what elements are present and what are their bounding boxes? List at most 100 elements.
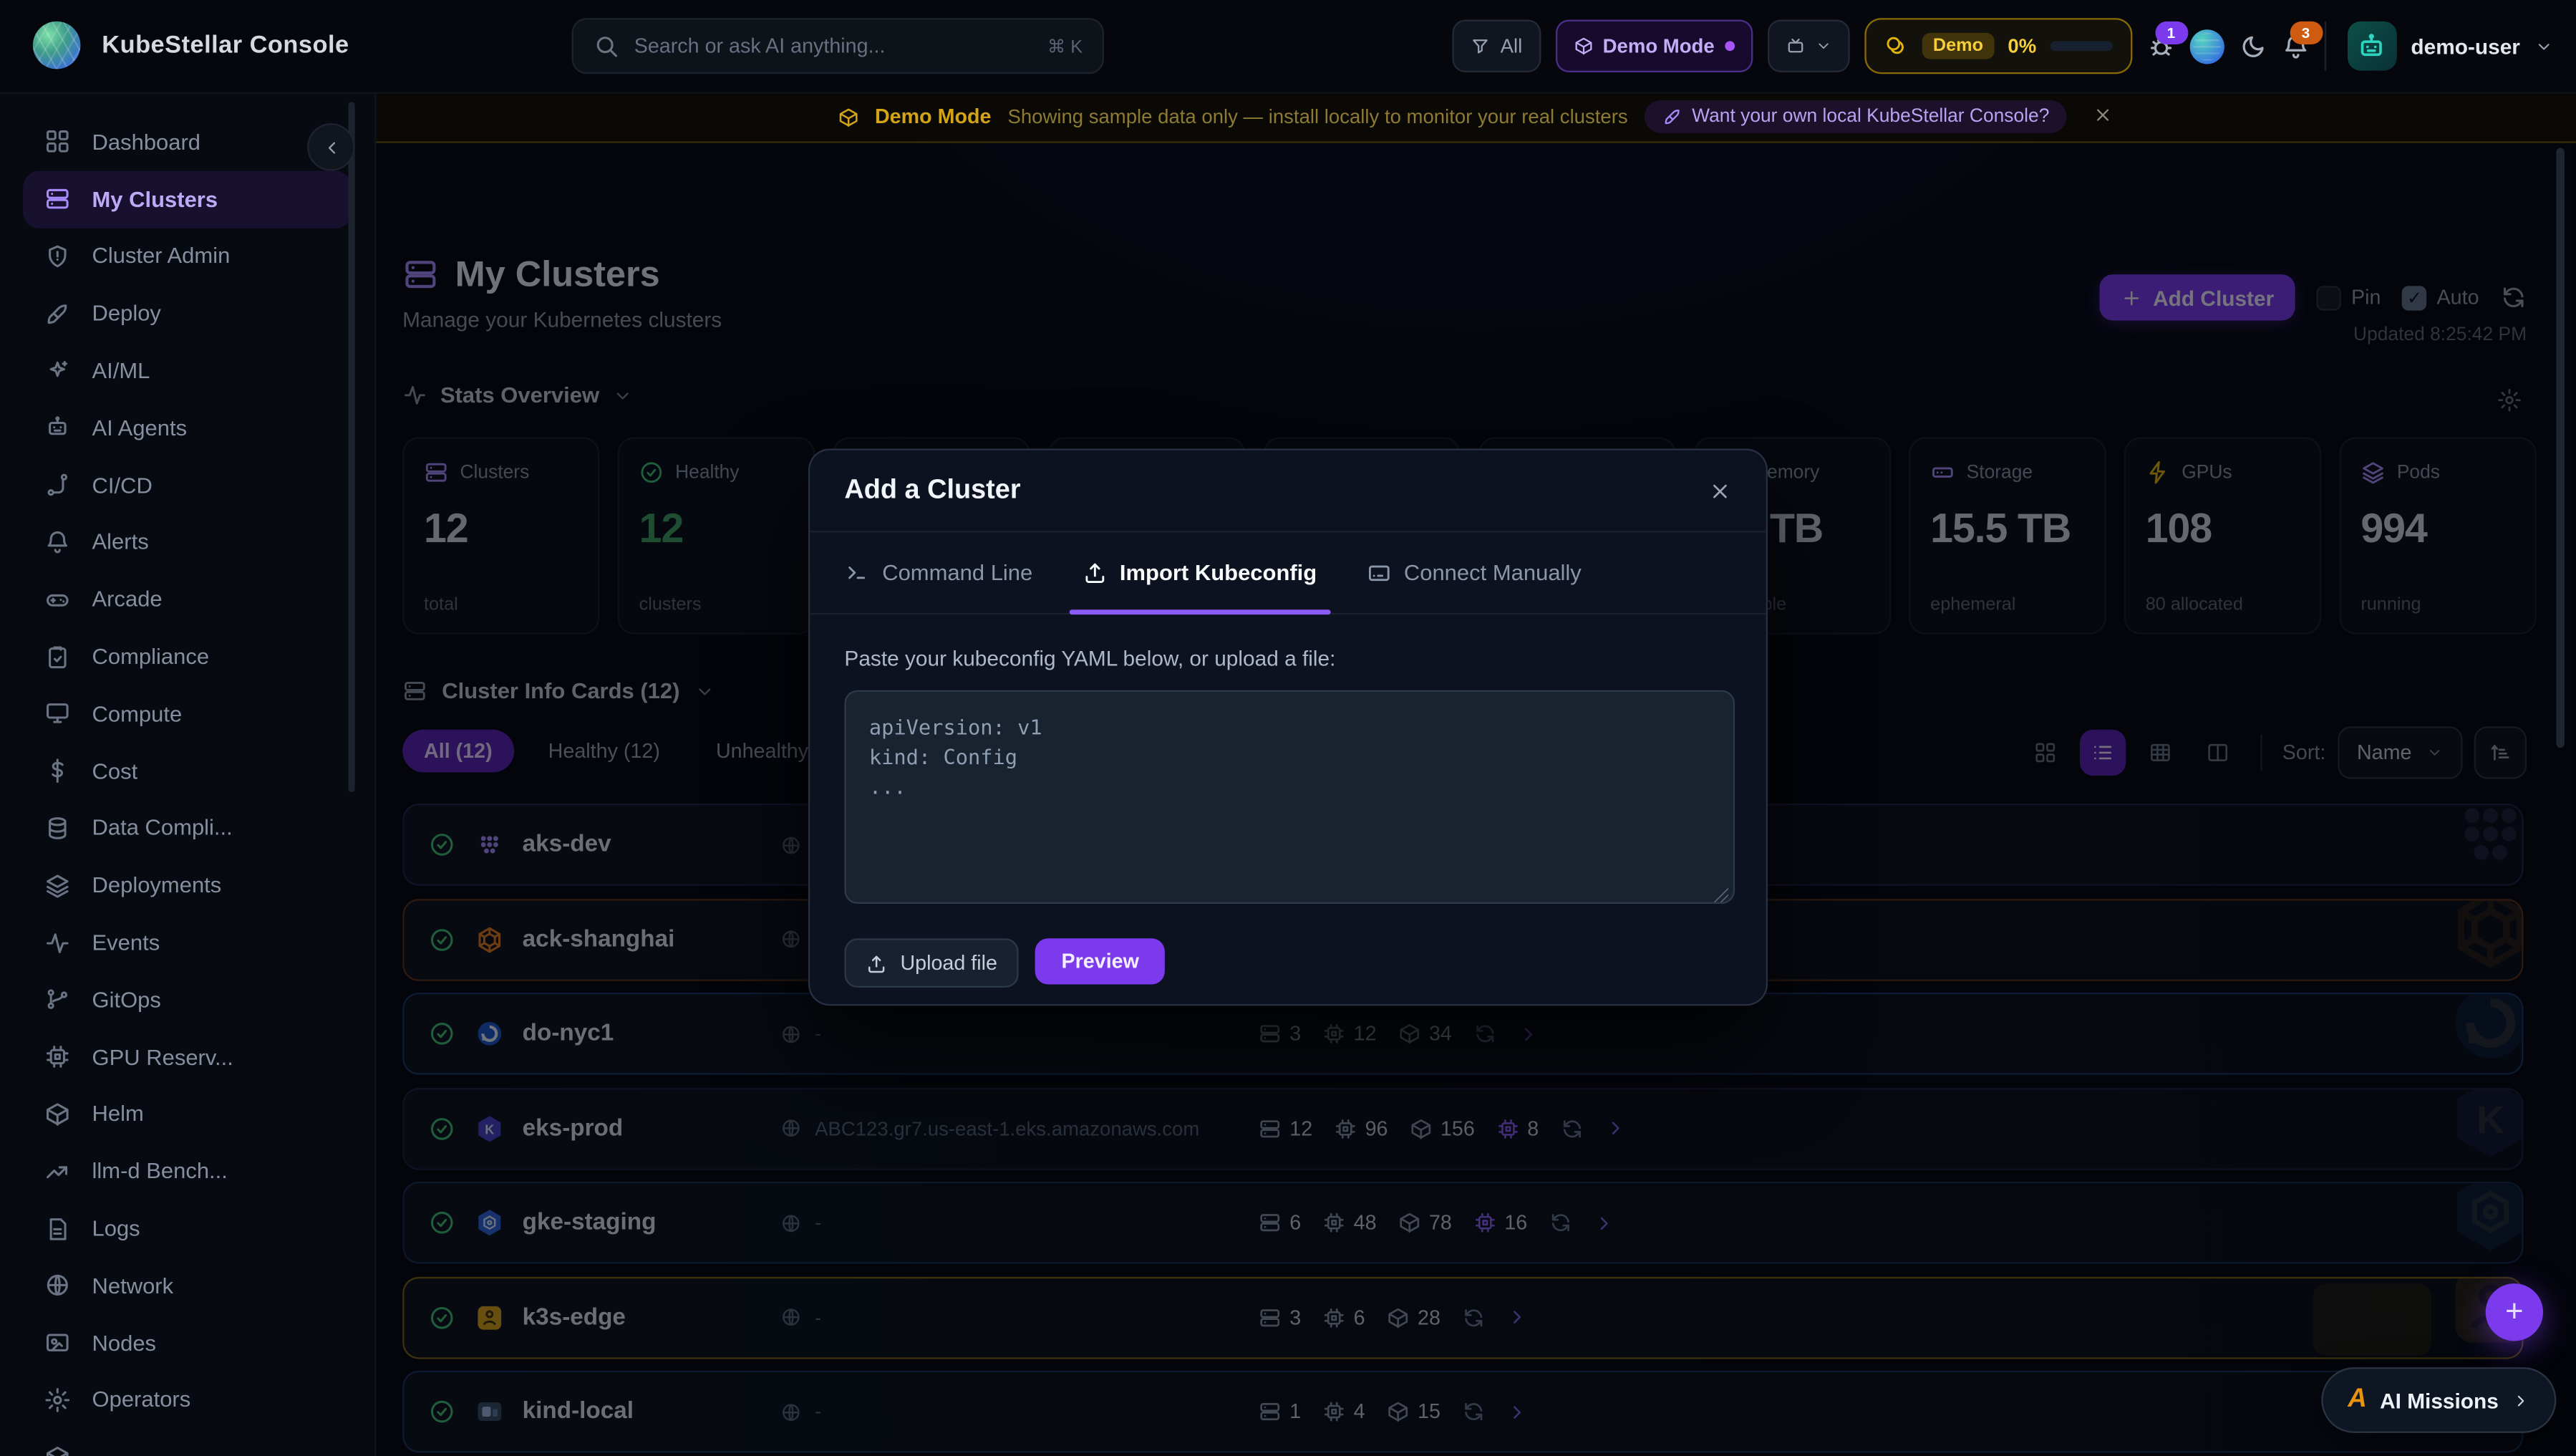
- preview-button[interactable]: Preview: [1035, 938, 1166, 984]
- sidebar-item-network[interactable]: Network: [23, 1257, 352, 1314]
- card-icon: [1366, 560, 1390, 584]
- banner-cta-button[interactable]: Want your own local KubeStellar Console?: [1645, 100, 2068, 133]
- tab-label: Command Line: [882, 560, 1032, 584]
- sidebar-item-nodes[interactable]: Nodes: [23, 1314, 352, 1371]
- funnel-icon: [1471, 36, 1491, 56]
- modal-title: Add a Cluster: [844, 475, 1020, 506]
- page-scrollbar[interactable]: [2556, 148, 2564, 748]
- close-icon: [2093, 105, 2113, 125]
- add-floating-button[interactable]: +: [2486, 1283, 2543, 1341]
- server-icon: [44, 186, 71, 213]
- sidebar-item-operators[interactable]: Operators: [23, 1371, 352, 1429]
- sidebar-item-label: Compute: [92, 701, 182, 725]
- tab-command-line[interactable]: Command Line: [844, 532, 1032, 612]
- sidebar-item-cluster-admin[interactable]: Cluster Admin: [23, 228, 352, 285]
- search-input[interactable]: Search or ask AI anything... ⌘ K: [572, 18, 1104, 74]
- usage-progressbar: [2050, 41, 2112, 51]
- app-title: KubeStellar Console: [102, 32, 349, 59]
- sidebar-item-helm[interactable]: Helm: [23, 1086, 352, 1143]
- sidebar-item-gitops[interactable]: GitOps: [23, 971, 352, 1028]
- upload-file-label: Upload file: [900, 952, 997, 975]
- banner-cta-label: Want your own local KubeStellar Console?: [1692, 107, 2049, 127]
- usage-percent: 0%: [2008, 34, 2036, 57]
- sidebar-item-label: Data Compli...: [92, 816, 232, 840]
- sidebar-item-gpu-reserv-[interactable]: GPU Reserv...: [23, 1028, 352, 1086]
- textarea-resize-handle[interactable]: [1713, 887, 1728, 902]
- sidebar-item-alerts[interactable]: Alerts: [23, 514, 352, 571]
- search-shortcut: ⌘ K: [1047, 35, 1083, 57]
- tab-connect-manually[interactable]: Connect Manually: [1366, 532, 1582, 612]
- sidebar-item-label: Helm: [92, 1101, 143, 1126]
- sidebar-item-label: Deployments: [92, 873, 221, 897]
- sparkle-globe-icon: [2189, 29, 2224, 63]
- whats-new-button[interactable]: [2189, 29, 2224, 63]
- activity-icon: [44, 930, 71, 956]
- upload-icon: [1082, 560, 1106, 584]
- brand: KubeStellar Console: [33, 21, 349, 69]
- notification-count-badge: 3: [2290, 21, 2323, 44]
- demo-banner: Demo Mode Showing sample data only — ins…: [374, 92, 2576, 143]
- sidebar-item-dashboard[interactable]: Dashboard: [23, 113, 352, 170]
- image-icon: [44, 1330, 71, 1356]
- package-icon: [1573, 36, 1593, 56]
- ai-missions-label: AI Missions: [2380, 1388, 2499, 1412]
- sidebar-item-deploy[interactable]: Deploy: [23, 285, 352, 342]
- sidebar-item-compliance[interactable]: Compliance: [23, 628, 352, 685]
- sidebar-item-my-clusters[interactable]: My Clusters: [23, 170, 352, 228]
- sidebar-item-cost[interactable]: Cost: [23, 743, 352, 800]
- bug-report-button[interactable]: 1: [2146, 32, 2174, 60]
- demo-usage-meter[interactable]: Demo 0%: [1864, 18, 2132, 74]
- sidebar-item-label: Alerts: [92, 530, 148, 554]
- sidebar-item-ai-agents[interactable]: AI Agents: [23, 400, 352, 457]
- moon-icon: [2238, 32, 2266, 60]
- filter-all-button[interactable]: All: [1453, 20, 1540, 72]
- chip-icon: [44, 1043, 71, 1070]
- ai-missions-button[interactable]: A AI Missions: [2321, 1367, 2556, 1433]
- sidebar-item-ci-cd[interactable]: CI/CD: [23, 456, 352, 514]
- sidebar-item-logs[interactable]: Logs: [23, 1200, 352, 1257]
- ai-missions-logo: A: [2348, 1385, 2367, 1414]
- banner-close-button[interactable]: [2093, 105, 2113, 129]
- topbar: KubeStellar Console Search or ask AI any…: [0, 0, 2576, 94]
- robot-avatar-icon: [2356, 30, 2388, 62]
- notifications-button[interactable]: 3: [2281, 32, 2309, 60]
- monitor-icon: [44, 700, 71, 727]
- banner-title: Demo Mode: [875, 105, 992, 128]
- chevron-down-icon: [1815, 38, 1831, 54]
- chevron-right-icon: [2512, 1391, 2529, 1409]
- sidebar-item-partial[interactable]: [23, 1429, 352, 1456]
- preview-label: Preview: [1061, 950, 1138, 973]
- theme-toggle-button[interactable]: [2238, 32, 2266, 60]
- tab-import-kubeconfig[interactable]: Import Kubeconfig: [1082, 532, 1317, 612]
- banner-message: Showing sample data only — install local…: [1007, 105, 1627, 128]
- sidebar-item-label: Compliance: [92, 645, 209, 669]
- sidebar-item-label: Operators: [92, 1388, 190, 1412]
- kubeconfig-textarea[interactable]: [844, 690, 1735, 904]
- route-icon: [44, 472, 71, 498]
- sidebar-item-llm-d-bench-[interactable]: llm-d Bench...: [23, 1143, 352, 1200]
- sidebar-item-label: Cost: [92, 758, 137, 783]
- sidebar-scrollbar[interactable]: [348, 102, 354, 792]
- sidebar-collapse-button[interactable]: [307, 123, 355, 171]
- sidebar-item-ai-ml[interactable]: AI/ML: [23, 342, 352, 400]
- sidebar-item-label: My Clusters: [92, 187, 218, 211]
- screen-icon: [1785, 36, 1805, 56]
- upload-file-button[interactable]: Upload file: [844, 938, 1018, 988]
- layers-icon: [44, 872, 71, 899]
- user-menu[interactable]: demo-user: [2324, 21, 2553, 71]
- grid4-icon: [44, 129, 71, 155]
- kubestellar-logo: [33, 21, 81, 69]
- demo-mode-button[interactable]: Demo Mode: [1555, 20, 1752, 72]
- kubestellar-console: KubeStellar Console Search or ask AI any…: [0, 0, 2576, 1456]
- sidebar-item-arcade[interactable]: Arcade: [23, 571, 352, 628]
- modal-close-button[interactable]: [1708, 479, 1731, 502]
- package-icon: [44, 1101, 71, 1127]
- sidebar-item-data-compli-[interactable]: Data Compli...: [23, 799, 352, 857]
- sidebar-item-deployments[interactable]: Deployments: [23, 857, 352, 914]
- sidebar-item-compute[interactable]: Compute: [23, 685, 352, 743]
- branch-icon: [44, 987, 71, 1013]
- gear-icon: [44, 1387, 71, 1413]
- chevron-down-icon: [2535, 37, 2553, 55]
- sidebar-item-events[interactable]: Events: [23, 914, 352, 971]
- recorder-button[interactable]: [1767, 20, 1849, 72]
